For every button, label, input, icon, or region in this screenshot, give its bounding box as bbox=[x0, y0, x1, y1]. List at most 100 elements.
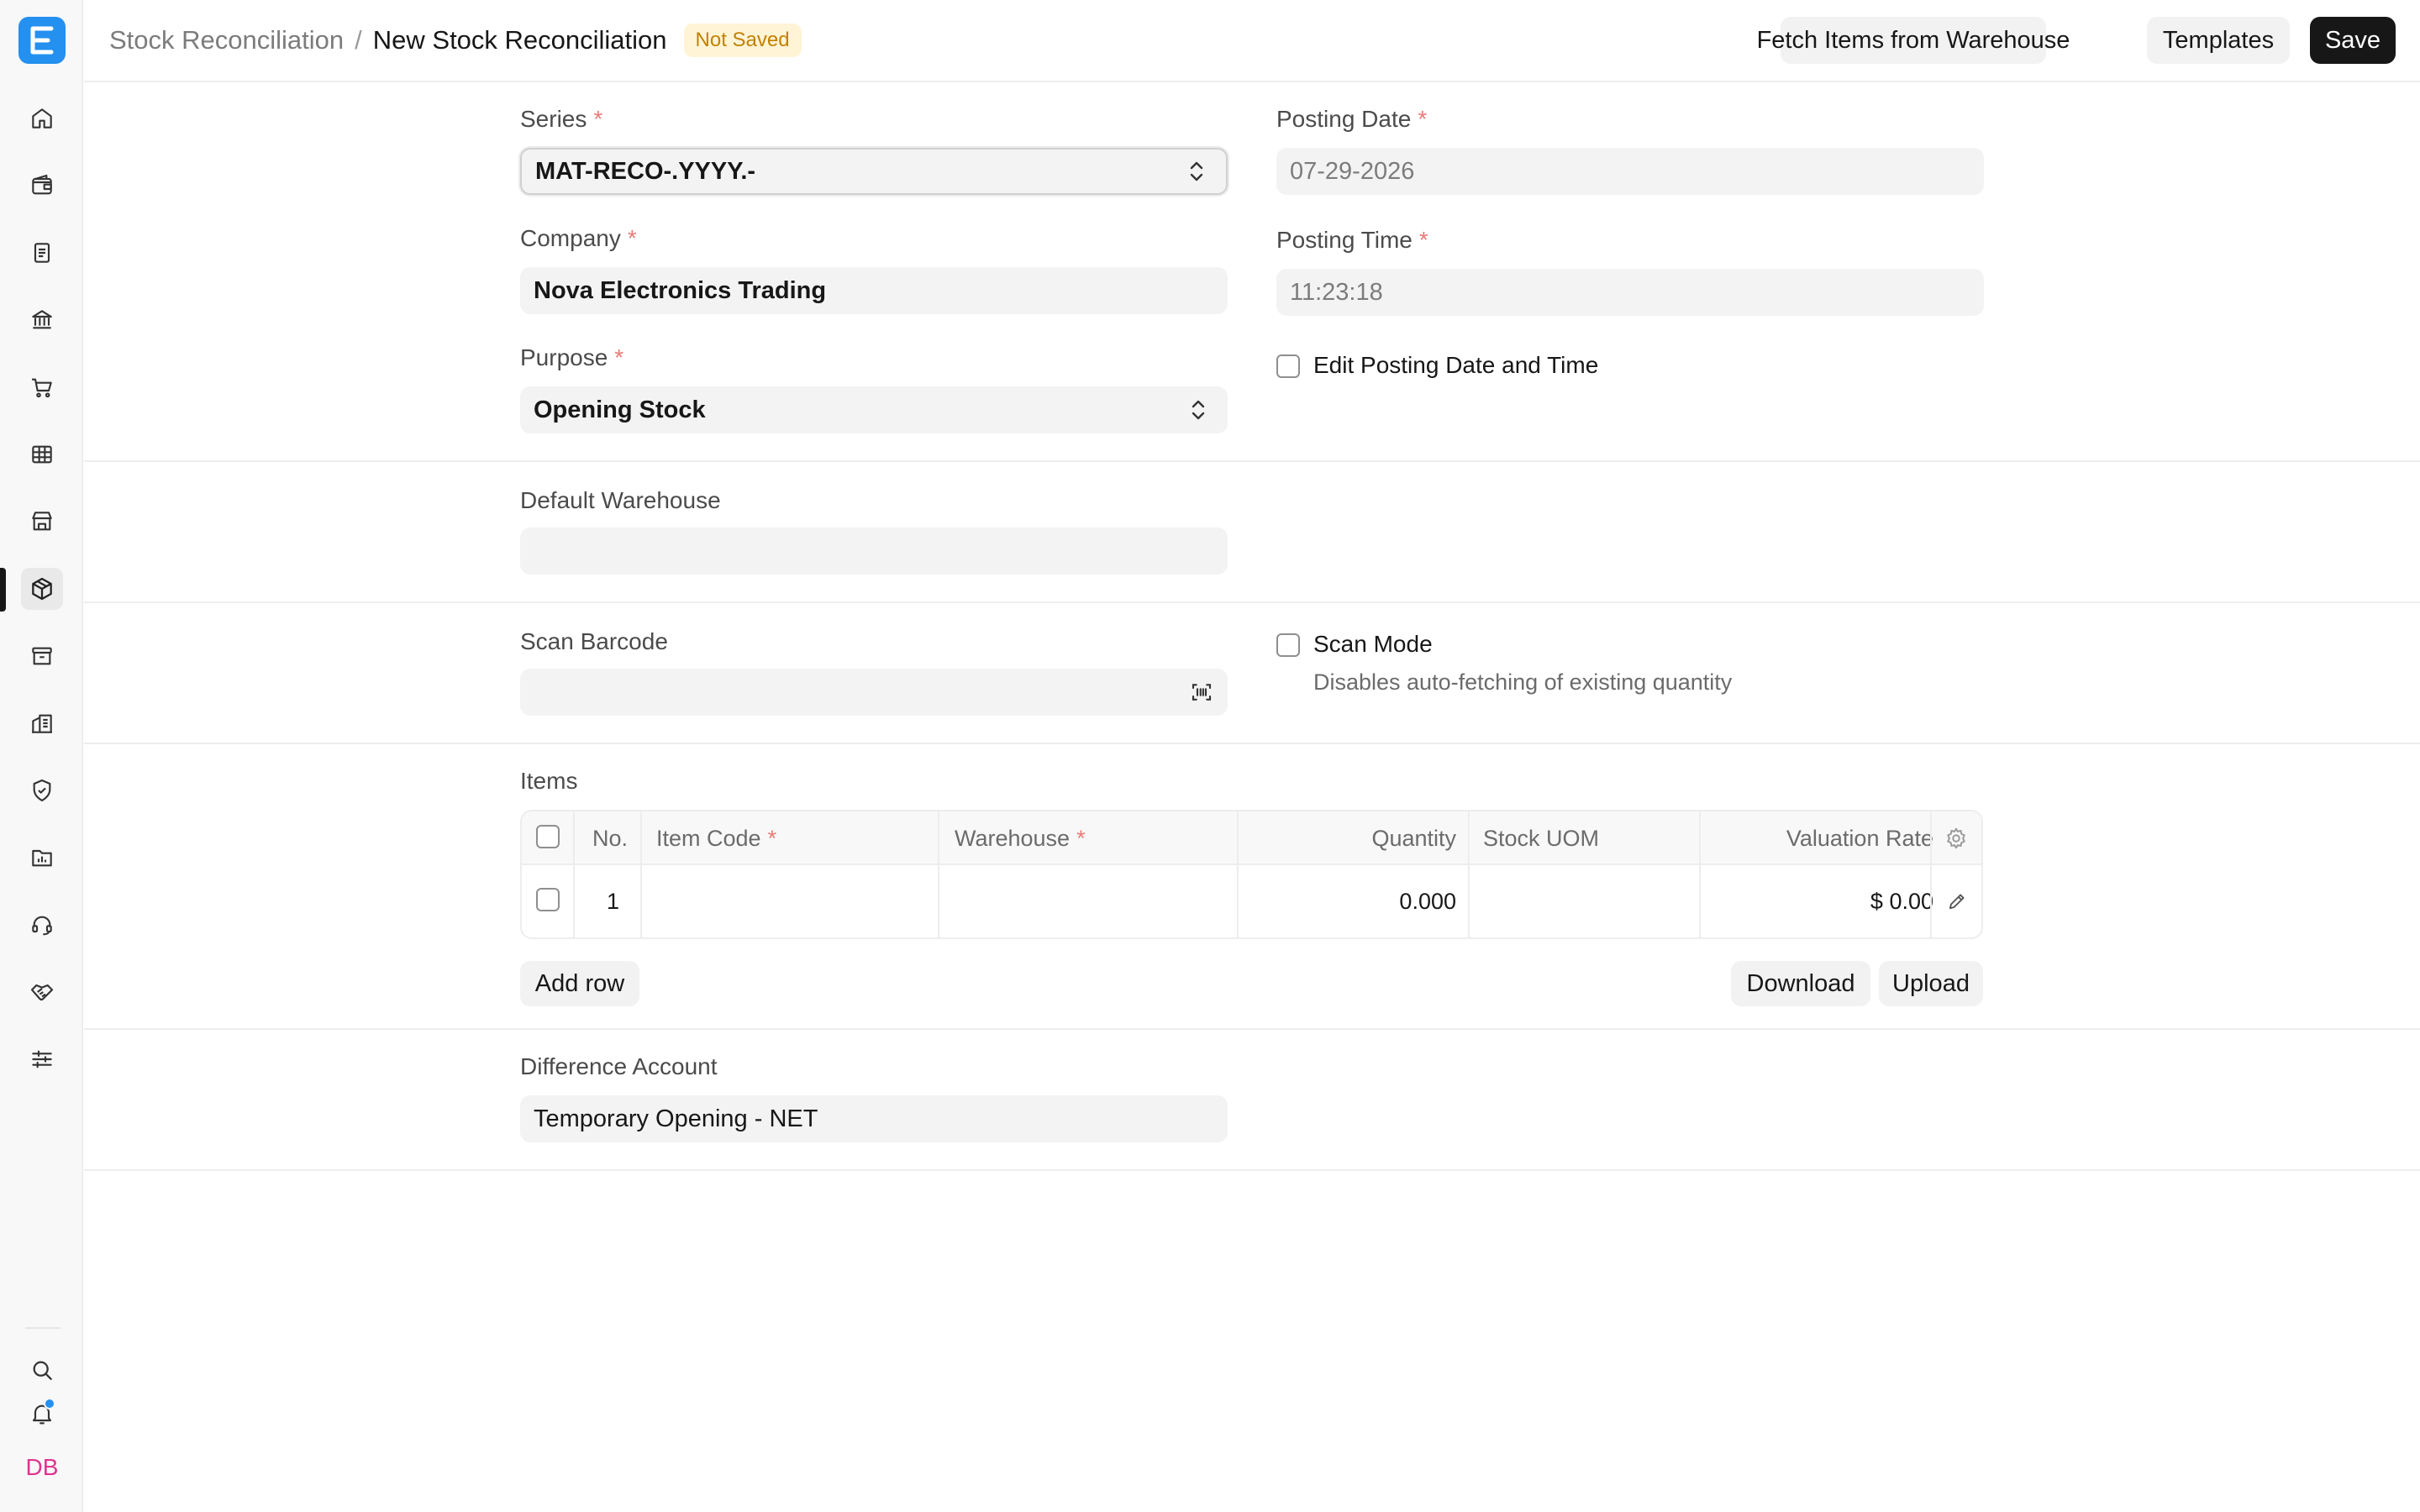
status-badge: Not Saved bbox=[683, 24, 802, 57]
breadcrumb: Stock Reconciliation / New Stock Reconci… bbox=[109, 24, 802, 57]
sidebar-item-assets[interactable] bbox=[21, 635, 63, 677]
headset-icon bbox=[32, 916, 52, 936]
default-warehouse-field[interactable] bbox=[520, 528, 1228, 575]
column-divider bbox=[1699, 811, 1701, 937]
home-icon bbox=[32, 108, 52, 129]
shield-check-icon bbox=[33, 779, 51, 802]
handshake-icon bbox=[30, 984, 54, 1001]
column-divider bbox=[938, 811, 939, 937]
sidebar-item-retail[interactable] bbox=[21, 501, 63, 543]
row-no: 1 bbox=[606, 888, 619, 914]
sidebar: DB bbox=[0, 0, 83, 1512]
breadcrumb-separator: / bbox=[355, 25, 362, 55]
sidebar-item-quality[interactable] bbox=[21, 769, 63, 811]
bank-icon bbox=[32, 310, 52, 329]
column-divider bbox=[1468, 811, 1470, 937]
sidebar-item-projects[interactable] bbox=[21, 837, 63, 879]
wallet-icon bbox=[32, 174, 52, 195]
save-button[interactable]: Save bbox=[2310, 17, 2396, 64]
edit-posting-checkbox[interactable] bbox=[1276, 354, 1300, 378]
company-label: Company * bbox=[520, 225, 637, 251]
purpose-value: Opening Stock bbox=[534, 396, 706, 423]
select-all-checkbox[interactable] bbox=[536, 825, 560, 848]
row-valuation-rate-cell[interactable]: $ 0.00 bbox=[1715, 865, 1933, 937]
section-divider bbox=[84, 1028, 2420, 1030]
items-label: Items bbox=[520, 768, 578, 794]
barcode-scan-icon[interactable] bbox=[1189, 680, 1214, 705]
app-logo[interactable] bbox=[18, 17, 66, 64]
default-warehouse-label: Default Warehouse bbox=[520, 487, 721, 513]
breadcrumb-parent-link[interactable]: Stock Reconciliation bbox=[109, 25, 344, 55]
sidebar-item-manufacturing[interactable] bbox=[21, 702, 63, 744]
cart-icon bbox=[32, 378, 52, 398]
select-chevrons-icon bbox=[1190, 161, 1203, 181]
series-select[interactable]: MAT-RECO-.YYYY.- bbox=[520, 148, 1228, 195]
sliders-icon bbox=[32, 1050, 52, 1068]
building-icon bbox=[32, 714, 52, 733]
avatar[interactable]: DB bbox=[21, 1446, 63, 1488]
sidebar-item-settings[interactable] bbox=[21, 1038, 63, 1080]
scan-barcode-field[interactable] bbox=[520, 669, 1228, 716]
sidebar-item-selling[interactable] bbox=[21, 433, 63, 475]
scan-mode-checkbox[interactable] bbox=[1276, 633, 1300, 657]
sidebar-item-banking[interactable] bbox=[21, 299, 63, 341]
sidebar-item-buying[interactable] bbox=[21, 366, 63, 408]
section-divider bbox=[84, 460, 2420, 462]
company-field[interactable]: Nova Electronics Trading bbox=[520, 267, 1228, 314]
page-header: Stock Reconciliation / New Stock Reconci… bbox=[84, 0, 2420, 82]
column-header-stock-uom: Stock UOM bbox=[1483, 825, 1600, 851]
templates-button[interactable]: Templates bbox=[2147, 17, 2290, 64]
sidebar-item-home[interactable] bbox=[21, 97, 63, 139]
erpnext-logo-icon bbox=[30, 26, 54, 55]
sidebar-notifications-button[interactable] bbox=[21, 1393, 63, 1435]
upload-button[interactable]: Upload bbox=[1879, 961, 1983, 1006]
posting-date-label: Posting Date * bbox=[1276, 106, 1428, 132]
scan-barcode-label: Scan Barcode bbox=[520, 628, 668, 654]
sidebar-item-accounting[interactable] bbox=[21, 165, 63, 207]
row-checkbox[interactable] bbox=[536, 888, 560, 911]
series-value: MAT-RECO-.YYYY.- bbox=[535, 157, 756, 185]
pencil-icon bbox=[1949, 894, 1965, 910]
section-divider bbox=[84, 743, 2420, 744]
column-divider bbox=[1930, 811, 1932, 937]
invoice-icon bbox=[34, 243, 50, 263]
row-quantity-cell[interactable]: 0.000 bbox=[1241, 865, 1456, 937]
sidebar-item-invoicing[interactable] bbox=[21, 232, 63, 274]
select-chevrons-icon bbox=[1192, 400, 1205, 420]
column-divider bbox=[640, 811, 642, 937]
sidebar-divider bbox=[25, 1327, 60, 1329]
page-title: New Stock Reconciliation bbox=[372, 25, 667, 55]
add-row-button[interactable]: Add row bbox=[520, 961, 639, 1006]
posting-time-label: Posting Time * bbox=[1276, 227, 1428, 253]
download-button[interactable]: Download bbox=[1731, 961, 1870, 1006]
posting-date-field[interactable]: 07-29-2026 bbox=[1276, 148, 1984, 195]
section-divider bbox=[84, 1169, 2420, 1171]
edit-posting-label: Edit Posting Date and Time bbox=[1313, 352, 1599, 378]
row-edit-button[interactable] bbox=[1945, 865, 1969, 937]
difference-account-field[interactable]: Temporary Opening - NET bbox=[520, 1095, 1228, 1142]
notification-dot bbox=[44, 1398, 55, 1410]
table-row[interactable]: 1 0.000 $ 0.00 bbox=[522, 865, 1981, 937]
series-label: Series * bbox=[520, 106, 603, 132]
scan-mode-label: Scan Mode bbox=[1313, 631, 1433, 657]
column-header-item-code: Item Code * bbox=[656, 825, 777, 851]
stock-box-icon bbox=[32, 577, 52, 601]
company-value: Nova Electronics Trading bbox=[534, 276, 827, 304]
sidebar-item-crm[interactable] bbox=[21, 971, 63, 1013]
posting-time-field[interactable]: 11:23:18 bbox=[1276, 269, 1984, 316]
column-header-valuation-rate: Valuation Rate bbox=[1786, 825, 1933, 851]
table-icon bbox=[32, 445, 52, 464]
column-header-quantity: Quantity bbox=[1371, 825, 1456, 851]
archive-icon bbox=[32, 647, 52, 665]
purpose-select[interactable]: Opening Stock bbox=[520, 386, 1228, 433]
sidebar-search-button[interactable] bbox=[21, 1349, 63, 1391]
difference-account-value: Temporary Opening - NET bbox=[534, 1105, 818, 1132]
sidebar-item-stock[interactable] bbox=[21, 568, 63, 610]
scan-mode-description: Disables auto-fetching of existing quant… bbox=[1313, 669, 1733, 695]
posting-date-value: 07-29-2026 bbox=[1290, 157, 1415, 185]
section-divider bbox=[84, 601, 2420, 603]
column-settings-button[interactable] bbox=[1944, 811, 1969, 865]
sidebar-item-support[interactable] bbox=[21, 904, 63, 946]
fetch-items-button[interactable]: Fetch Items from Warehouse bbox=[1757, 17, 2070, 64]
difference-account-label: Difference Account bbox=[520, 1053, 718, 1079]
